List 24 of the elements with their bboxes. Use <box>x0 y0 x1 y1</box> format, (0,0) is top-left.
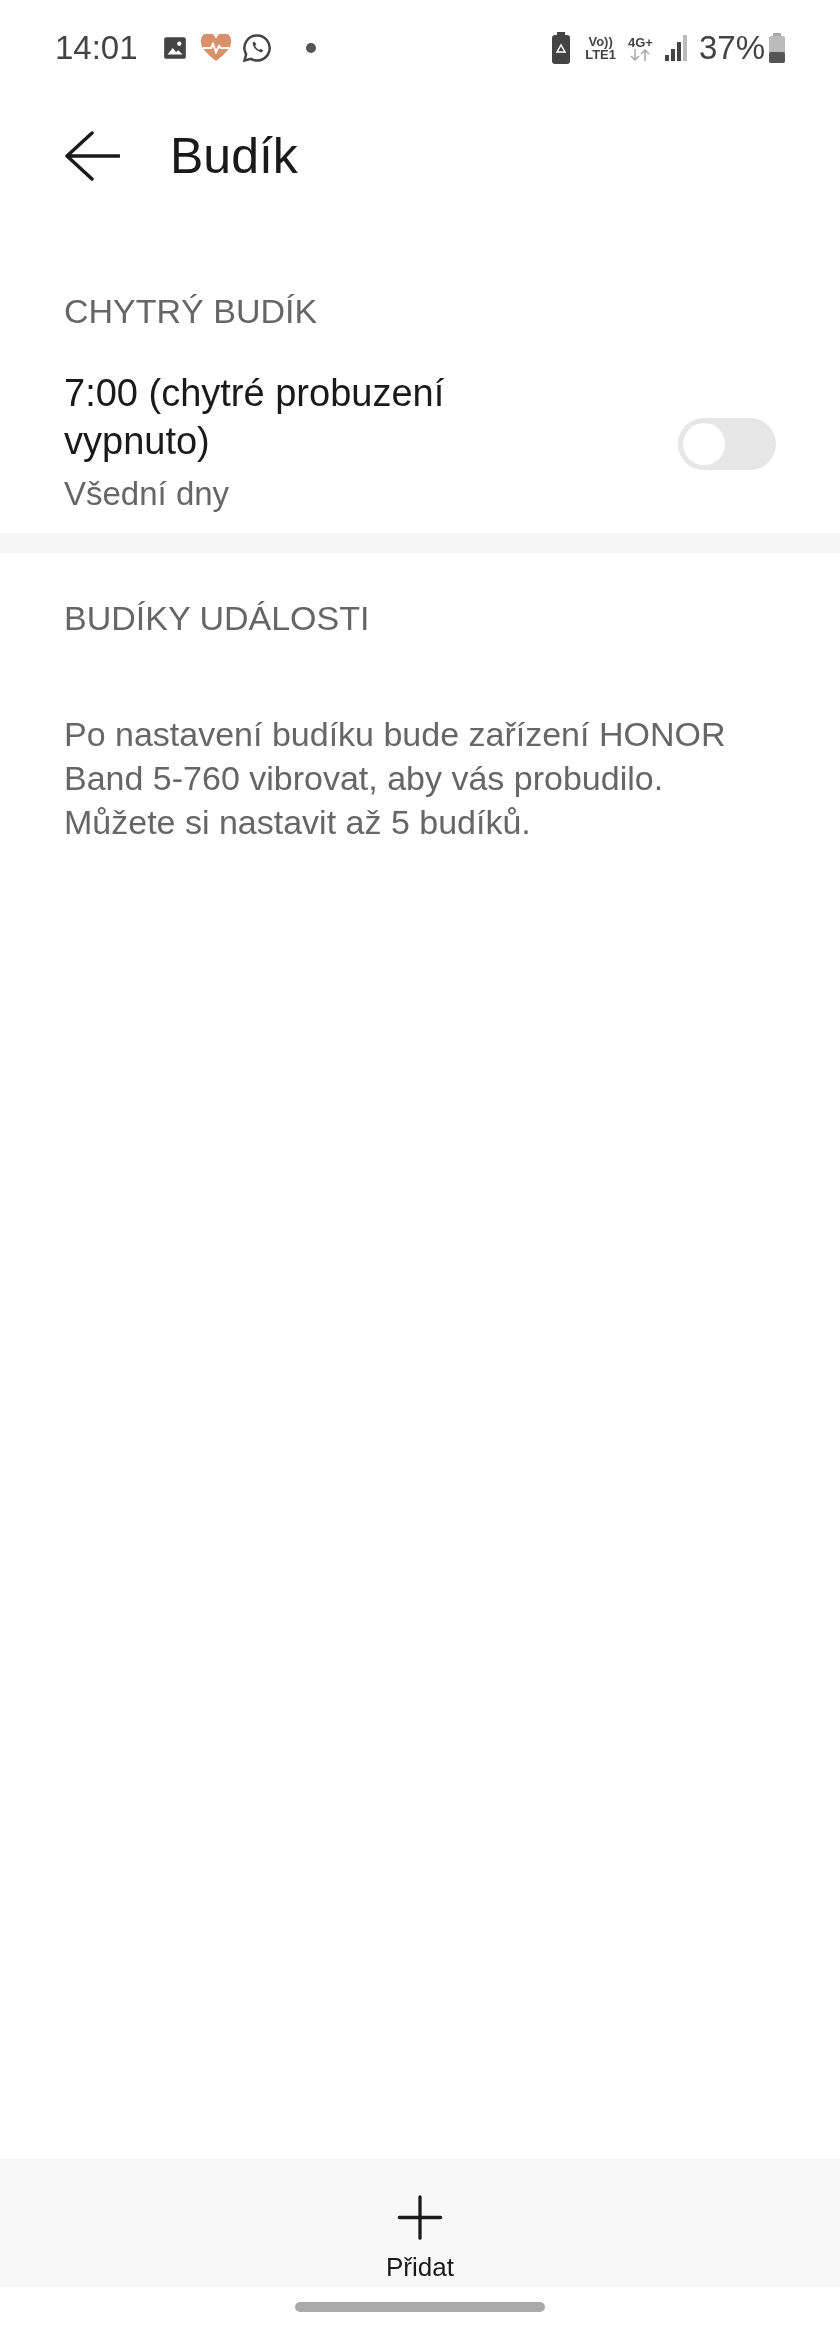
data-arrows-icon <box>629 48 652 61</box>
section-header: BUDÍKY UDÁLOSTI <box>64 598 370 637</box>
section-header: CHYTRÝ BUDÍK <box>64 292 318 330</box>
add-button[interactable]: Přidat <box>386 2159 454 2287</box>
battery-percent: 37% <box>698 28 765 69</box>
back-arrow-icon <box>64 130 120 182</box>
home-indicator[interactable] <box>295 2301 545 2312</box>
network-label: 4G+ <box>628 35 653 49</box>
page-title: Budík <box>170 126 298 186</box>
clock: 14:01 <box>55 28 138 69</box>
toggle-switch[interactable] <box>678 417 776 470</box>
battery-icon <box>769 33 785 63</box>
alarm-title: 7:00 (chytré probuzení vypnuto) <box>64 371 446 464</box>
heart-icon <box>199 34 232 62</box>
description-text: Po nastavení budíku bude zařízení HONOR Band 5-760 vibrovat, aby vás probudilo. Můžete si nastavit až 5 budíků. <box>64 713 727 843</box>
chat-icon <box>241 33 272 63</box>
lte-label: LTE1 <box>585 48 616 61</box>
image-icon <box>161 35 188 61</box>
plus-icon <box>396 2195 444 2240</box>
volte-label: Vo)) <box>588 35 613 48</box>
alarm-row[interactable]: 7:00 (chytré probuzení vypnuto) Všední dny <box>0 361 840 533</box>
alarm-days: Všední dny <box>64 469 678 519</box>
battery-saver-icon <box>551 32 572 64</box>
signal-icon <box>664 35 689 61</box>
